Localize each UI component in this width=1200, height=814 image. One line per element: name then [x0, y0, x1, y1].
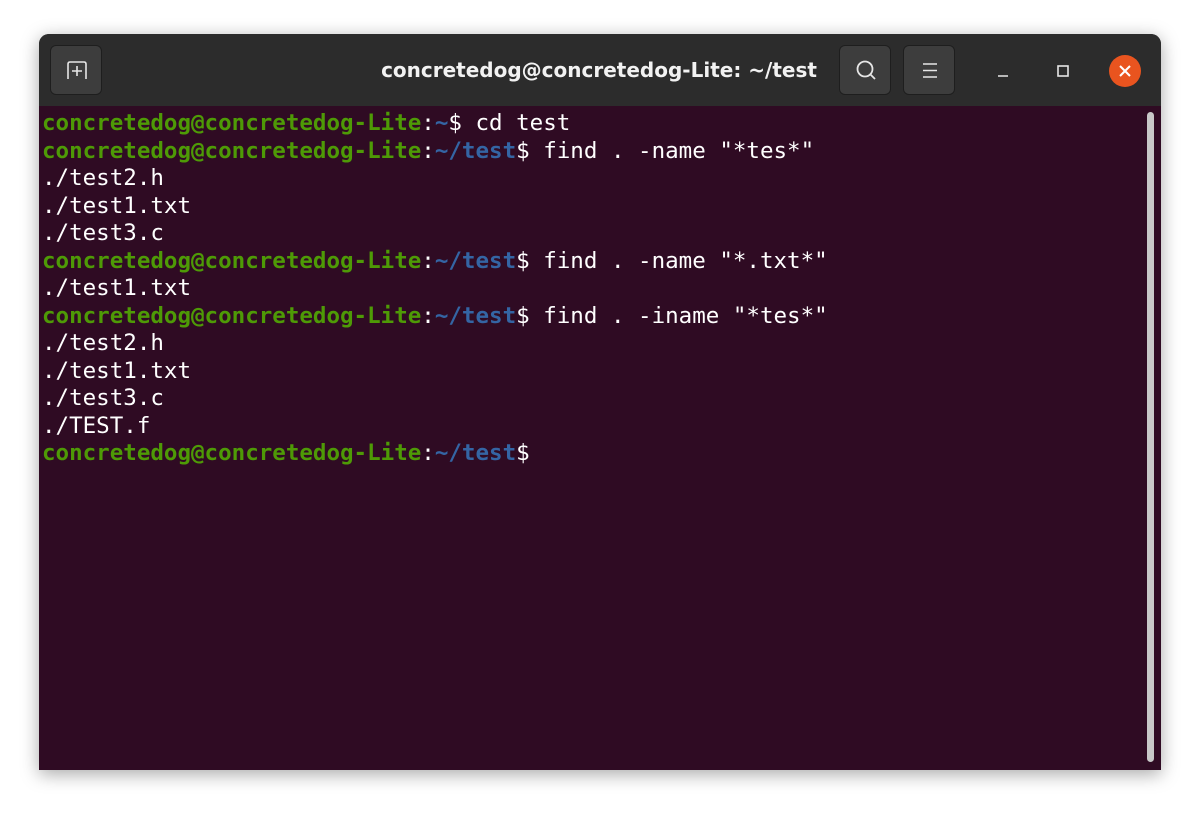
maximize-button[interactable]	[1047, 55, 1079, 87]
prompt-user-host: concretedog@concretedog-Lite	[42, 138, 421, 164]
menu-button[interactable]	[903, 45, 955, 95]
new-tab-icon	[51, 46, 103, 96]
prompt-separator: :	[421, 138, 435, 164]
prompt-separator: :	[421, 248, 435, 274]
prompt-path: ~/test	[435, 440, 516, 466]
search-button[interactable]	[839, 45, 891, 95]
prompt-line: concretedog@concretedog-Lite:~/test$ fin…	[42, 248, 828, 276]
prompt-symbol: $	[516, 248, 530, 274]
close-icon	[1109, 55, 1141, 87]
command-text: find . -name "*tes*"	[530, 138, 814, 164]
prompt-line: concretedog@concretedog-Lite:~$ cd test	[42, 110, 828, 138]
output-line: ./test1.txt	[42, 193, 828, 221]
prompt-path: ~	[435, 110, 449, 136]
output-line: ./TEST.f	[42, 413, 828, 441]
prompt-user-host: concretedog@concretedog-Lite	[42, 440, 421, 466]
prompt-separator: :	[421, 303, 435, 329]
output-line: ./test2.h	[42, 330, 828, 358]
search-icon	[840, 46, 892, 96]
prompt-path: ~/test	[435, 138, 516, 164]
output-line: ./test2.h	[42, 165, 828, 193]
maximize-icon	[1047, 55, 1079, 87]
command-text: cd test	[462, 110, 570, 136]
command-text: find . -name "*.txt*"	[530, 248, 828, 274]
output-line: ./test1.txt	[42, 275, 828, 303]
prompt-user-host: concretedog@concretedog-Lite	[42, 248, 421, 274]
prompt-path: ~/test	[435, 303, 516, 329]
prompt-line: concretedog@concretedog-Lite:~/test$ fin…	[42, 138, 828, 166]
prompt-separator: :	[421, 110, 435, 136]
close-button[interactable]	[1109, 55, 1141, 87]
minimize-icon	[987, 55, 1019, 87]
output-line: ./test3.c	[42, 220, 828, 248]
terminal-window: concretedog@concretedog-Lite: ~/test	[39, 34, 1161, 770]
prompt-symbol: $	[516, 440, 530, 466]
prompt-path: ~/test	[435, 248, 516, 274]
prompt-user-host: concretedog@concretedog-Lite	[42, 303, 421, 329]
minimize-button[interactable]	[987, 55, 1019, 87]
new-tab-button[interactable]	[50, 45, 102, 95]
title-bar: concretedog@concretedog-Lite: ~/test	[39, 34, 1161, 106]
terminal-output: concretedog@concretedog-Lite:~$ cd testc…	[42, 110, 828, 468]
prompt-line: concretedog@concretedog-Lite:~/test$	[42, 440, 828, 468]
scrollbar[interactable]	[1147, 112, 1154, 762]
prompt-symbol: $	[516, 303, 530, 329]
terminal-area[interactable]: concretedog@concretedog-Lite:~$ cd testc…	[39, 106, 1161, 770]
prompt-symbol: $	[448, 110, 462, 136]
output-line: ./test1.txt	[42, 358, 828, 386]
prompt-symbol: $	[516, 138, 530, 164]
prompt-user-host: concretedog@concretedog-Lite	[42, 110, 421, 136]
prompt-separator: :	[421, 440, 435, 466]
prompt-line: concretedog@concretedog-Lite:~/test$ fin…	[42, 303, 828, 331]
command-text: find . -iname "*tes*"	[530, 303, 828, 329]
output-line: ./test3.c	[42, 385, 828, 413]
hamburger-menu-icon	[904, 46, 956, 96]
window-title: concretedog@concretedog-Lite: ~/test	[329, 34, 869, 106]
